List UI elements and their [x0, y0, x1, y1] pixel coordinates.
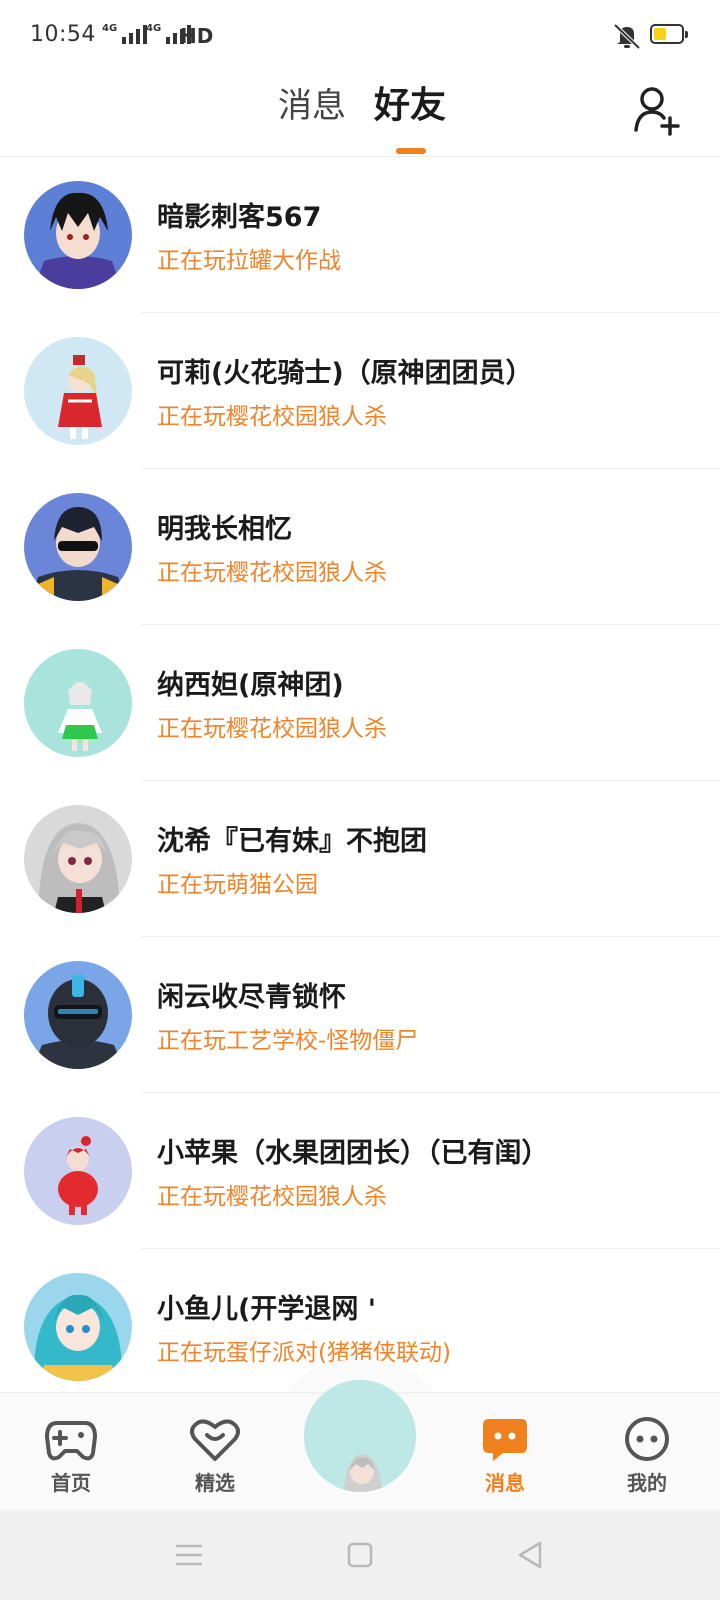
- network-type-label: 4G: [146, 23, 162, 34]
- network-type-label: 4G: [102, 23, 118, 34]
- nav-label-home: 首页: [51, 1471, 91, 1495]
- friend-list-item[interactable]: 纳西妲(原神团) 正在玩樱花校园狼人杀: [0, 625, 720, 781]
- face-icon: [625, 1417, 669, 1461]
- heart-icon: [190, 1419, 240, 1461]
- avatar[interactable]: [24, 1273, 132, 1381]
- friend-status: 正在玩樱花校园狼人杀: [157, 1184, 387, 1210]
- avatar-image: [24, 337, 132, 445]
- avatar-image: [24, 1273, 132, 1381]
- avatar[interactable]: [24, 649, 132, 757]
- avatar-image: [24, 181, 132, 289]
- friend-name: 明我长相忆: [157, 514, 292, 545]
- tab-messages[interactable]: 消息: [278, 82, 346, 130]
- profile-avatar[interactable]: [304, 1380, 416, 1492]
- friend-status: 正在玩工艺学校-怪物僵尸: [157, 1028, 419, 1054]
- back-triangle-icon[interactable]: [514, 1538, 548, 1572]
- friend-name: 小鱼儿(开学退网 ': [157, 1294, 377, 1325]
- friend-list: 暗影刺客567 正在玩拉罐大作战 可莉(火花骑士)（原神团团员） 正在玩樱花校园…: [0, 157, 720, 1405]
- nav-item-featured[interactable]: 精选: [160, 1393, 270, 1511]
- chat-icon: [483, 1419, 527, 1461]
- tab-friends[interactable]: 好友: [374, 82, 446, 130]
- nav-item-me[interactable]: 我的: [592, 1393, 702, 1511]
- avatar[interactable]: [24, 181, 132, 289]
- friend-list-item[interactable]: 闲云收尽青锁怀 正在玩工艺学校-怪物僵尸: [0, 937, 720, 1093]
- avatar[interactable]: [24, 1117, 132, 1225]
- avatar-image: [24, 1117, 132, 1225]
- system-nav: [0, 1510, 720, 1600]
- friend-status: 正在玩樱花校园狼人杀: [157, 716, 387, 742]
- status-time: 10:54: [30, 22, 96, 47]
- friend-list-item[interactable]: 可莉(火花骑士)（原神团团员） 正在玩樱花校园狼人杀: [0, 313, 720, 469]
- nav-label-me: 我的: [627, 1471, 667, 1495]
- friend-status: 正在玩樱花校园狼人杀: [157, 404, 387, 430]
- friend-status: 正在玩萌猫公园: [157, 872, 318, 898]
- friend-status: 正在玩蛋仔派对(猪猪侠联动): [157, 1340, 451, 1366]
- bell-off-icon: [613, 23, 641, 50]
- friend-status: 正在玩樱花校园狼人杀: [157, 560, 387, 586]
- home-square-icon[interactable]: [343, 1538, 377, 1572]
- header: 消息 好友: [0, 72, 720, 157]
- signal-icon: 4G: [102, 23, 148, 44]
- avatar-image: [24, 805, 132, 913]
- battery-fill: [654, 28, 666, 40]
- friend-name: 可莉(火花骑士)（原神团团员）: [157, 358, 533, 389]
- profile-avatar-image: [304, 1380, 416, 1492]
- nav-label-messages: 消息: [485, 1471, 525, 1495]
- gamepad-icon: [45, 1421, 97, 1461]
- avatar[interactable]: [24, 493, 132, 601]
- tab-indicator: [396, 148, 426, 154]
- friend-list-item[interactable]: 小苹果（水果团团长）（已有闺） 正在玩樱花校园狼人杀: [0, 1093, 720, 1249]
- menu-icon[interactable]: [172, 1538, 206, 1572]
- friend-name: 小苹果（水果团团长）（已有闺）: [157, 1138, 549, 1169]
- friend-name: 纳西妲(原神团): [157, 670, 344, 701]
- avatar[interactable]: [24, 961, 132, 1069]
- avatar[interactable]: [24, 337, 132, 445]
- nav-label-featured: 精选: [195, 1471, 235, 1495]
- friend-list-item[interactable]: 暗影刺客567 正在玩拉罐大作战: [0, 157, 720, 313]
- nav-item-home[interactable]: 首页: [16, 1393, 126, 1511]
- avatar-image: [24, 961, 132, 1069]
- friend-name: 暗影刺客567: [157, 202, 322, 233]
- avatar-image: [24, 649, 132, 757]
- battery-icon: [650, 24, 688, 44]
- friend-status: 正在玩拉罐大作战: [157, 248, 341, 274]
- status-bar: 10:54 4G 4G HD: [0, 0, 720, 72]
- hd-label: HD: [180, 24, 214, 48]
- friend-list-item[interactable]: 明我长相忆 正在玩樱花校园狼人杀: [0, 469, 720, 625]
- friend-list-item[interactable]: 沈希『已有妹』不抱团 正在玩萌猫公园: [0, 781, 720, 937]
- avatar[interactable]: [24, 805, 132, 913]
- add-user-icon[interactable]: [632, 82, 682, 136]
- nav-item-messages[interactable]: 消息: [450, 1393, 560, 1511]
- friend-name: 闲云收尽青锁怀: [157, 982, 346, 1013]
- avatar-image: [24, 493, 132, 601]
- friend-name: 沈希『已有妹』不抱团: [157, 826, 427, 857]
